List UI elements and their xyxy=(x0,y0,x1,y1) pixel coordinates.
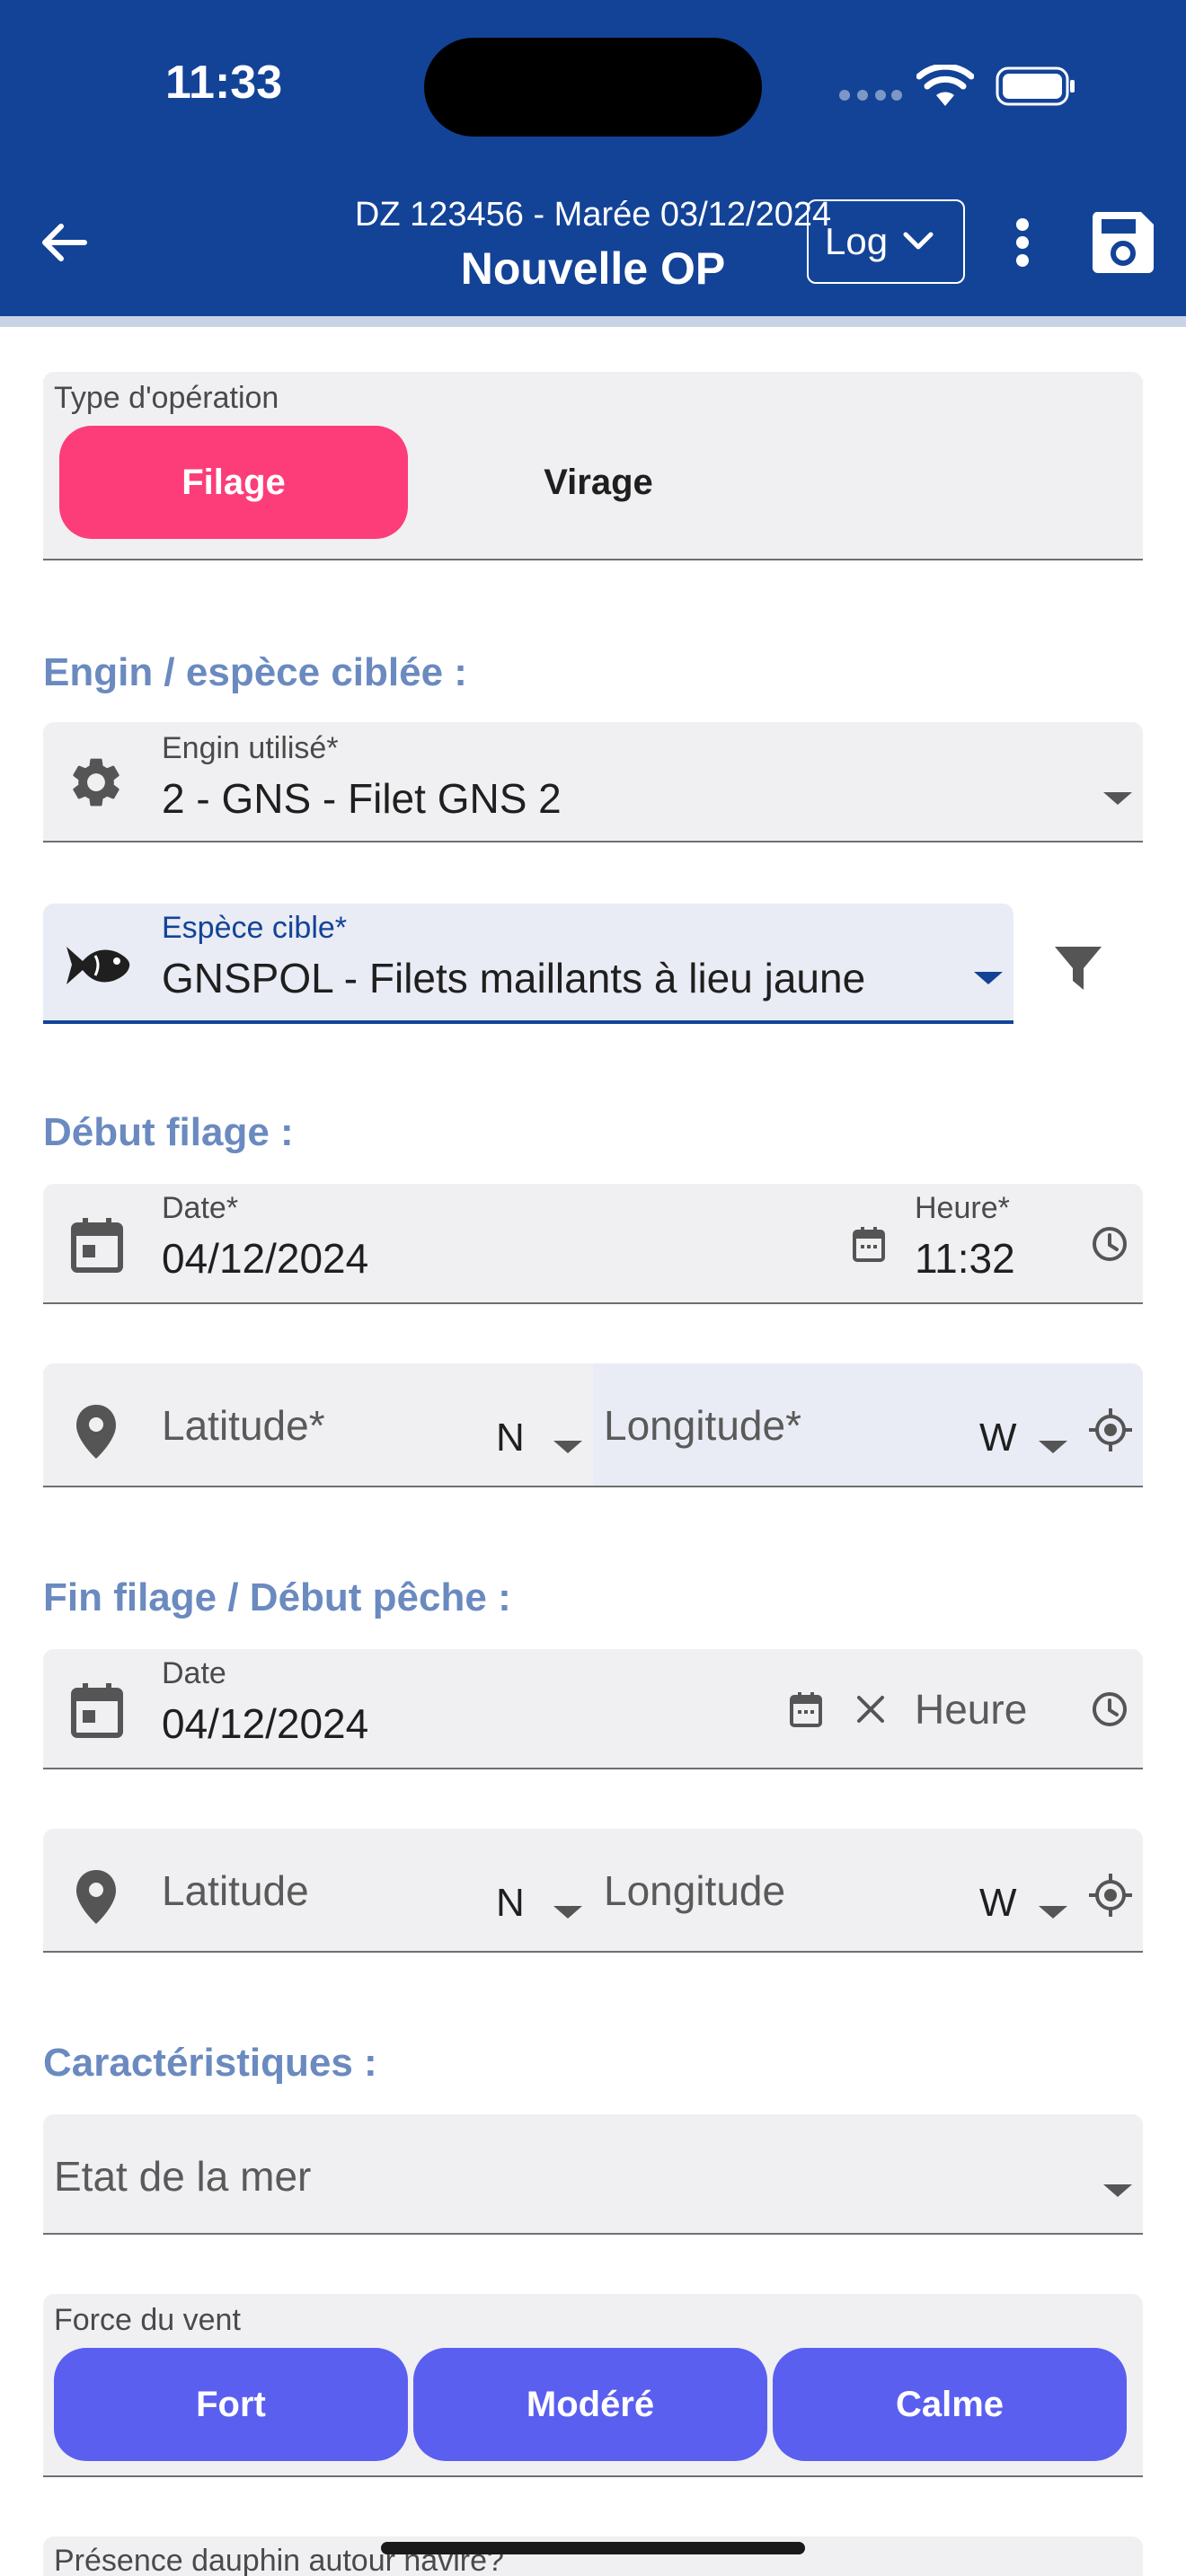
gps-target-icon[interactable] xyxy=(1087,1872,1134,1919)
status-time: 11:33 xyxy=(165,57,283,109)
section-title-engin: Engin / espèce ciblée : xyxy=(43,650,467,694)
debut-lon-hemisphere[interactable]: W xyxy=(979,1416,1017,1460)
calendar-icon xyxy=(71,1218,123,1273)
force-vent-label: Force du vent xyxy=(54,2303,241,2337)
etat-mer-dropdown-arrow-icon xyxy=(1103,2184,1132,2197)
debut-date-value: 04/12/2024 xyxy=(162,1235,369,1282)
debut-lat-hemisphere[interactable]: N xyxy=(496,1416,525,1460)
fin-longitude-placeholder: Longitude xyxy=(604,1867,786,1914)
header-divider xyxy=(0,316,1186,327)
log-dropdown-button[interactable]: Log xyxy=(807,199,965,284)
fin-latitude-placeholder: Latitude xyxy=(162,1867,309,1914)
log-label: Log xyxy=(825,220,889,262)
fish-icon xyxy=(66,947,130,984)
debut-heure-label: Heure* xyxy=(915,1191,1010,1225)
fin-lon-hemisphere[interactable]: W xyxy=(979,1881,1017,1926)
debut-heure-value: 11:32 xyxy=(915,1235,1015,1282)
debut-lat-dropdown-arrow-icon xyxy=(553,1441,582,1453)
save-icon[interactable] xyxy=(1089,208,1157,277)
location-pin-icon xyxy=(76,1870,116,1924)
debut-latitude-placeholder: Latitude* xyxy=(162,1402,325,1449)
clear-icon[interactable] xyxy=(855,1694,886,1725)
fin-date-label: Date xyxy=(162,1656,226,1690)
engin-dropdown-arrow-icon xyxy=(1103,792,1132,805)
fin-date-value: 04/12/2024 xyxy=(162,1700,369,1747)
battery-icon xyxy=(996,66,1075,106)
gear-icon xyxy=(73,758,119,807)
more-vert-icon xyxy=(1016,218,1029,267)
debut-lon-dropdown-arrow-icon xyxy=(1039,1441,1067,1453)
virage-option-button[interactable]: Virage xyxy=(424,426,773,539)
calendar-picker-icon[interactable] xyxy=(852,1225,886,1263)
more-options-button[interactable] xyxy=(997,210,1048,275)
fin-heure-placeholder: Heure xyxy=(915,1686,1028,1733)
filage-option-button[interactable]: Filage xyxy=(59,426,408,539)
vent-fort-button[interactable]: Fort xyxy=(54,2348,408,2461)
fin-lat-hemisphere[interactable]: N xyxy=(496,1881,525,1926)
espece-cible-value: GNSPOL - Filets maillants à lieu jaune xyxy=(162,955,866,1001)
cellular-signal-icon xyxy=(839,90,902,101)
vent-modere-button[interactable]: Modéré xyxy=(413,2348,767,2461)
gps-target-icon[interactable] xyxy=(1087,1407,1134,1453)
section-title-debut-filage: Début filage : xyxy=(43,1110,294,1154)
debut-date-label: Date* xyxy=(162,1191,239,1225)
engin-value: 2 - GNS - Filet GNS 2 xyxy=(162,775,562,822)
chevron-down-icon xyxy=(903,232,934,250)
espece-dropdown-arrow-icon xyxy=(974,972,1003,984)
clock-icon[interactable] xyxy=(1091,1690,1128,1728)
operation-type-label: Type d'opération xyxy=(54,381,279,415)
filter-icon[interactable] xyxy=(1053,945,1103,992)
section-title-caracteristiques: Caractéristiques : xyxy=(43,2041,377,2085)
etat-mer-placeholder: Etat de la mer xyxy=(54,2153,312,2200)
engin-label: Engin utilisé* xyxy=(162,731,339,765)
wifi-icon xyxy=(916,65,974,106)
section-title-fin-filage: Fin filage / Début pêche : xyxy=(43,1575,511,1619)
fin-lat-dropdown-arrow-icon xyxy=(553,1906,582,1919)
vent-calme-button[interactable]: Calme xyxy=(773,2348,1127,2461)
home-indicator xyxy=(381,2542,805,2554)
location-pin-icon xyxy=(76,1405,116,1459)
calendar-icon xyxy=(71,1683,123,1738)
calendar-picker-icon[interactable] xyxy=(789,1690,823,1728)
debut-longitude-placeholder: Longitude* xyxy=(604,1402,801,1449)
espece-cible-label: Espèce cible* xyxy=(162,911,348,945)
dynamic-island xyxy=(424,38,762,137)
fin-lon-dropdown-arrow-icon xyxy=(1039,1906,1067,1919)
clock-icon[interactable] xyxy=(1091,1225,1128,1263)
